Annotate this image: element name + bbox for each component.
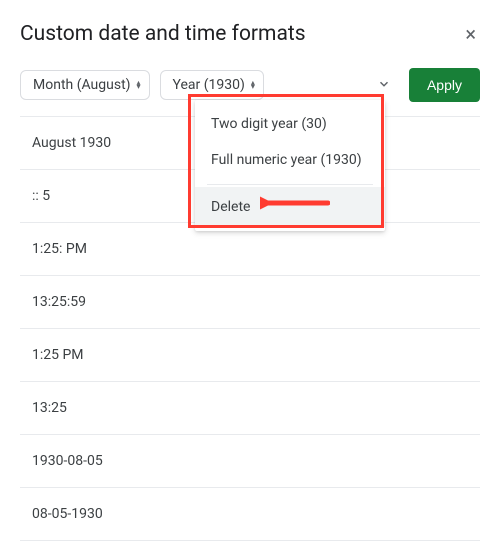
list-item[interactable]: 13:25:59 xyxy=(20,276,480,329)
apply-button[interactable]: Apply xyxy=(409,68,480,102)
stepper-icon: ▴▾ xyxy=(137,81,141,89)
list-item[interactable]: 08-05-1930 xyxy=(20,488,480,541)
list-item[interactable]: 1:25 PM xyxy=(20,329,480,382)
delete-token-option[interactable]: Delete xyxy=(195,187,385,227)
divider xyxy=(207,184,373,185)
stepper-icon: ▴▾ xyxy=(251,81,255,89)
year-token-dropdown: Two digit year (30) Full numeric year (1… xyxy=(195,100,385,231)
list-item[interactable]: 13:25 xyxy=(20,382,480,435)
format-controls: Month (August) ▴▾ Year (1930) ▴▾ Apply xyxy=(20,68,480,102)
full-numeric-year-option[interactable]: Full numeric year (1930) xyxy=(195,142,385,178)
chevron-down-icon[interactable] xyxy=(377,76,391,95)
dialog-title: Custom date and time formats xyxy=(20,22,306,46)
month-token-label: Month (August) xyxy=(33,77,131,93)
close-icon[interactable]: × xyxy=(461,20,480,48)
custom-format-dialog: Custom date and time formats × Month (Au… xyxy=(0,0,500,541)
dialog-header: Custom date and time formats × xyxy=(20,20,480,48)
two-digit-year-option[interactable]: Two digit year (30) xyxy=(195,106,385,142)
year-token-pill[interactable]: Year (1930) ▴▾ xyxy=(160,70,264,100)
year-token-label: Year (1930) xyxy=(173,77,245,93)
month-token-pill[interactable]: Month (August) ▴▾ xyxy=(20,70,150,100)
list-item[interactable]: 1930-08-05 xyxy=(20,435,480,488)
